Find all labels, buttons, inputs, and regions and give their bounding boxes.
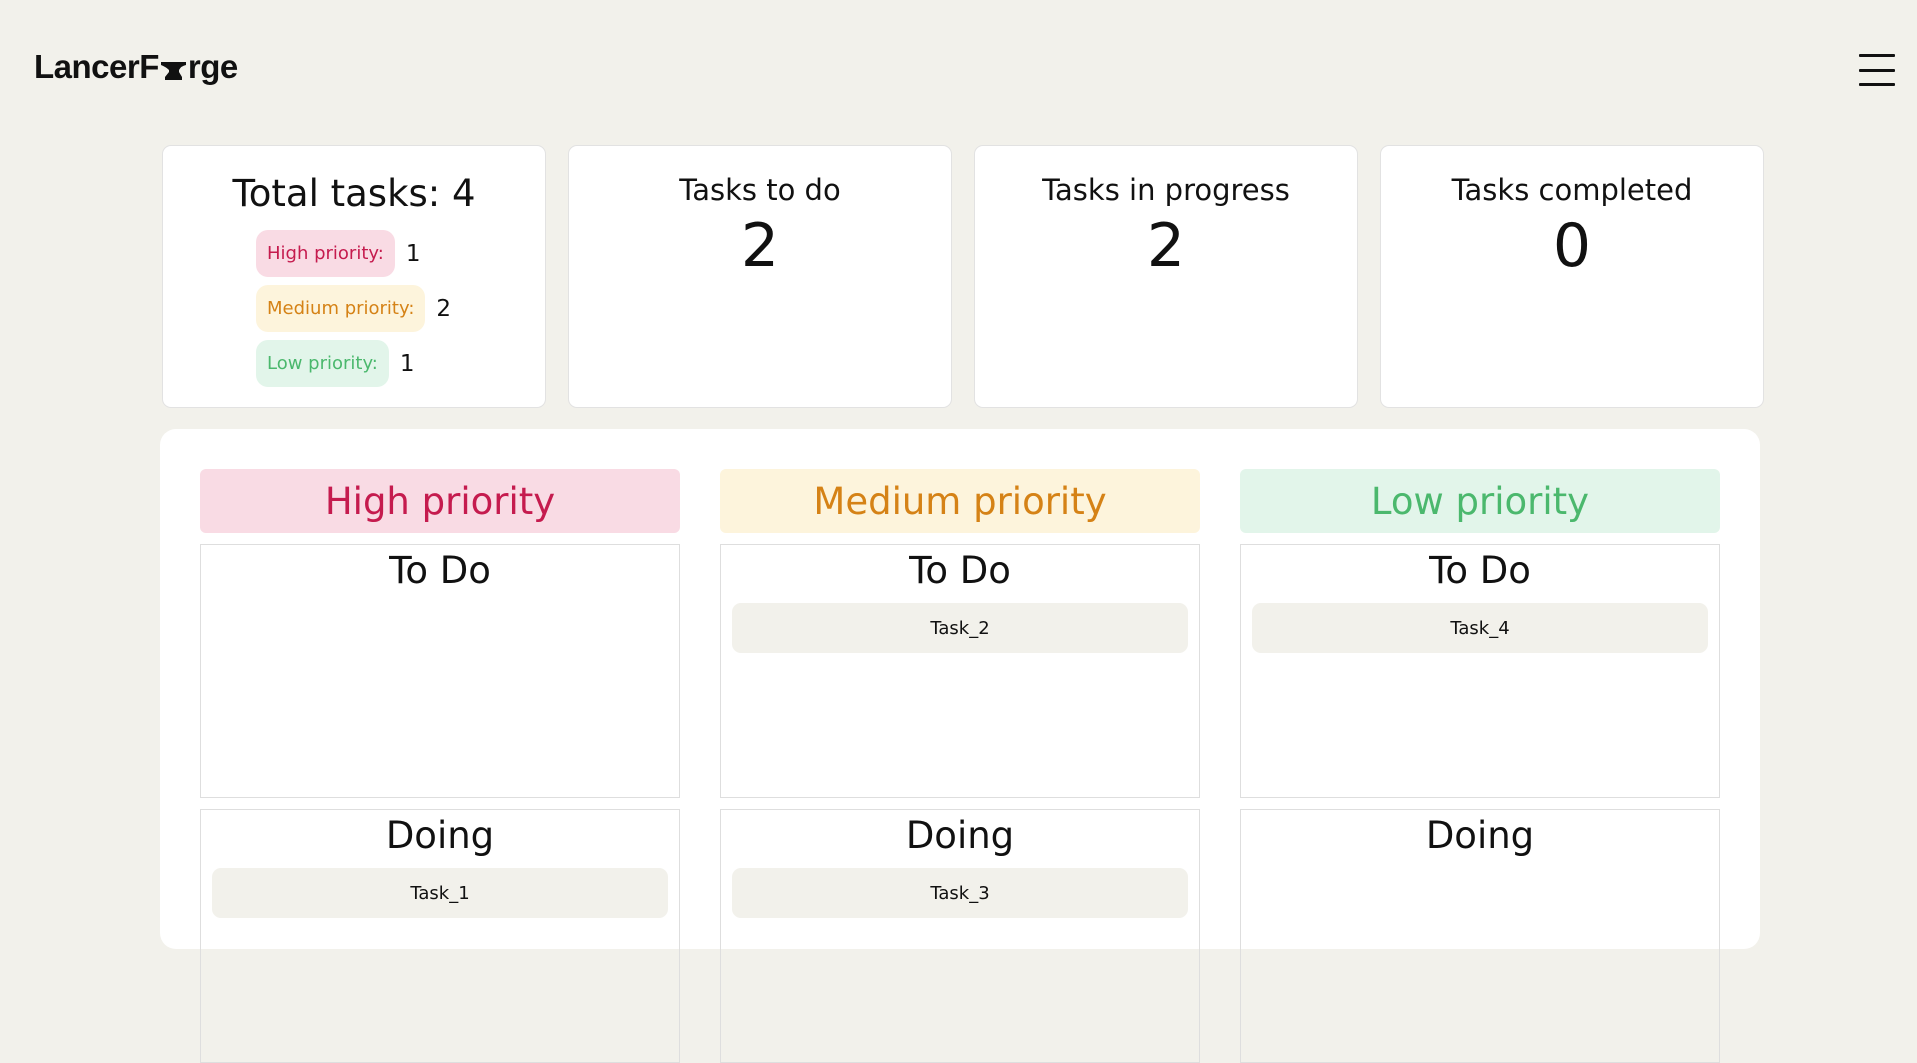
column-low-priority: Low priority To Do Task_4 Doing xyxy=(1240,469,1720,1063)
total-tasks-card: Total tasks: 4 High priority: 1 Medium p… xyxy=(162,145,546,408)
lane-low-doing[interactable]: Doing xyxy=(1240,809,1720,1063)
column-header-high: High priority xyxy=(200,469,680,533)
high-priority-badge: High priority: xyxy=(256,230,395,278)
tasks-in-progress-card: Tasks in progress 2 xyxy=(974,145,1358,408)
logo-text-start: LancerF xyxy=(34,48,159,85)
lane-high-todo[interactable]: To Do xyxy=(200,544,680,798)
low-priority-count: 1 xyxy=(399,350,415,377)
lane-title: To Do xyxy=(389,549,491,592)
tasks-todo-value: 2 xyxy=(740,211,780,281)
lane-title: To Do xyxy=(909,549,1011,592)
medium-priority-count: 2 xyxy=(436,295,452,322)
tasks-todo-card: Tasks to do 2 xyxy=(568,145,952,408)
column-medium-priority: Medium priority To Do Task_2 Doing Task_… xyxy=(720,469,1200,1063)
total-tasks-heading: Total tasks: 4 xyxy=(232,172,476,215)
lane-high-doing[interactable]: Doing Task_1 xyxy=(200,809,680,1063)
lane-title: To Do xyxy=(1429,549,1531,592)
medium-priority-badge: Medium priority: xyxy=(256,285,426,333)
column-header-medium: Medium priority xyxy=(720,469,1200,533)
low-priority-badge: Low priority: xyxy=(256,340,389,388)
task-card[interactable]: Task_1 xyxy=(212,868,668,919)
lane-title: Doing xyxy=(905,814,1015,857)
lane-low-todo[interactable]: To Do Task_4 xyxy=(1240,544,1720,798)
lane-title: Doing xyxy=(1425,814,1535,857)
app-header: LancerF rge xyxy=(0,0,1917,142)
task-card[interactable]: Task_2 xyxy=(732,603,1188,654)
anvil-icon xyxy=(160,61,186,80)
priority-row-high: High priority: 1 xyxy=(256,230,545,278)
logo-text-end: rge xyxy=(187,48,238,85)
tasks-completed-value: 0 xyxy=(1552,211,1592,281)
tasks-todo-label: Tasks to do xyxy=(679,173,841,207)
kanban-board: High priority To Do Doing Task_1 Medium … xyxy=(160,429,1760,1063)
high-priority-count: 1 xyxy=(405,240,421,267)
hamburger-menu-icon[interactable] xyxy=(1857,50,1897,90)
total-tasks-value: 4 xyxy=(452,172,476,215)
tasks-in-progress-value: 2 xyxy=(1146,211,1186,281)
lane-title: Doing xyxy=(385,814,495,857)
lane-medium-todo[interactable]: To Do Task_2 xyxy=(720,544,1200,798)
task-card[interactable]: Task_3 xyxy=(732,868,1188,919)
priority-row-medium: Medium priority: 2 xyxy=(256,285,545,333)
column-high-priority: High priority To Do Doing Task_1 xyxy=(200,469,680,1063)
lane-medium-doing[interactable]: Doing Task_3 xyxy=(720,809,1200,1063)
tasks-completed-card: Tasks completed 0 xyxy=(1380,145,1764,408)
priority-breakdown: High priority: 1 Medium priority: 2 Low … xyxy=(256,230,545,388)
tasks-in-progress-label: Tasks in progress xyxy=(1042,173,1290,207)
stats-row: Total tasks: 4 High priority: 1 Medium p… xyxy=(162,145,1764,408)
lancerforge-logo[interactable]: LancerF rge xyxy=(34,50,238,83)
task-card[interactable]: Task_4 xyxy=(1252,603,1708,654)
tasks-completed-label: Tasks completed xyxy=(1451,173,1693,207)
priority-row-low: Low priority: 1 xyxy=(256,340,545,388)
column-header-low: Low priority xyxy=(1240,469,1720,533)
